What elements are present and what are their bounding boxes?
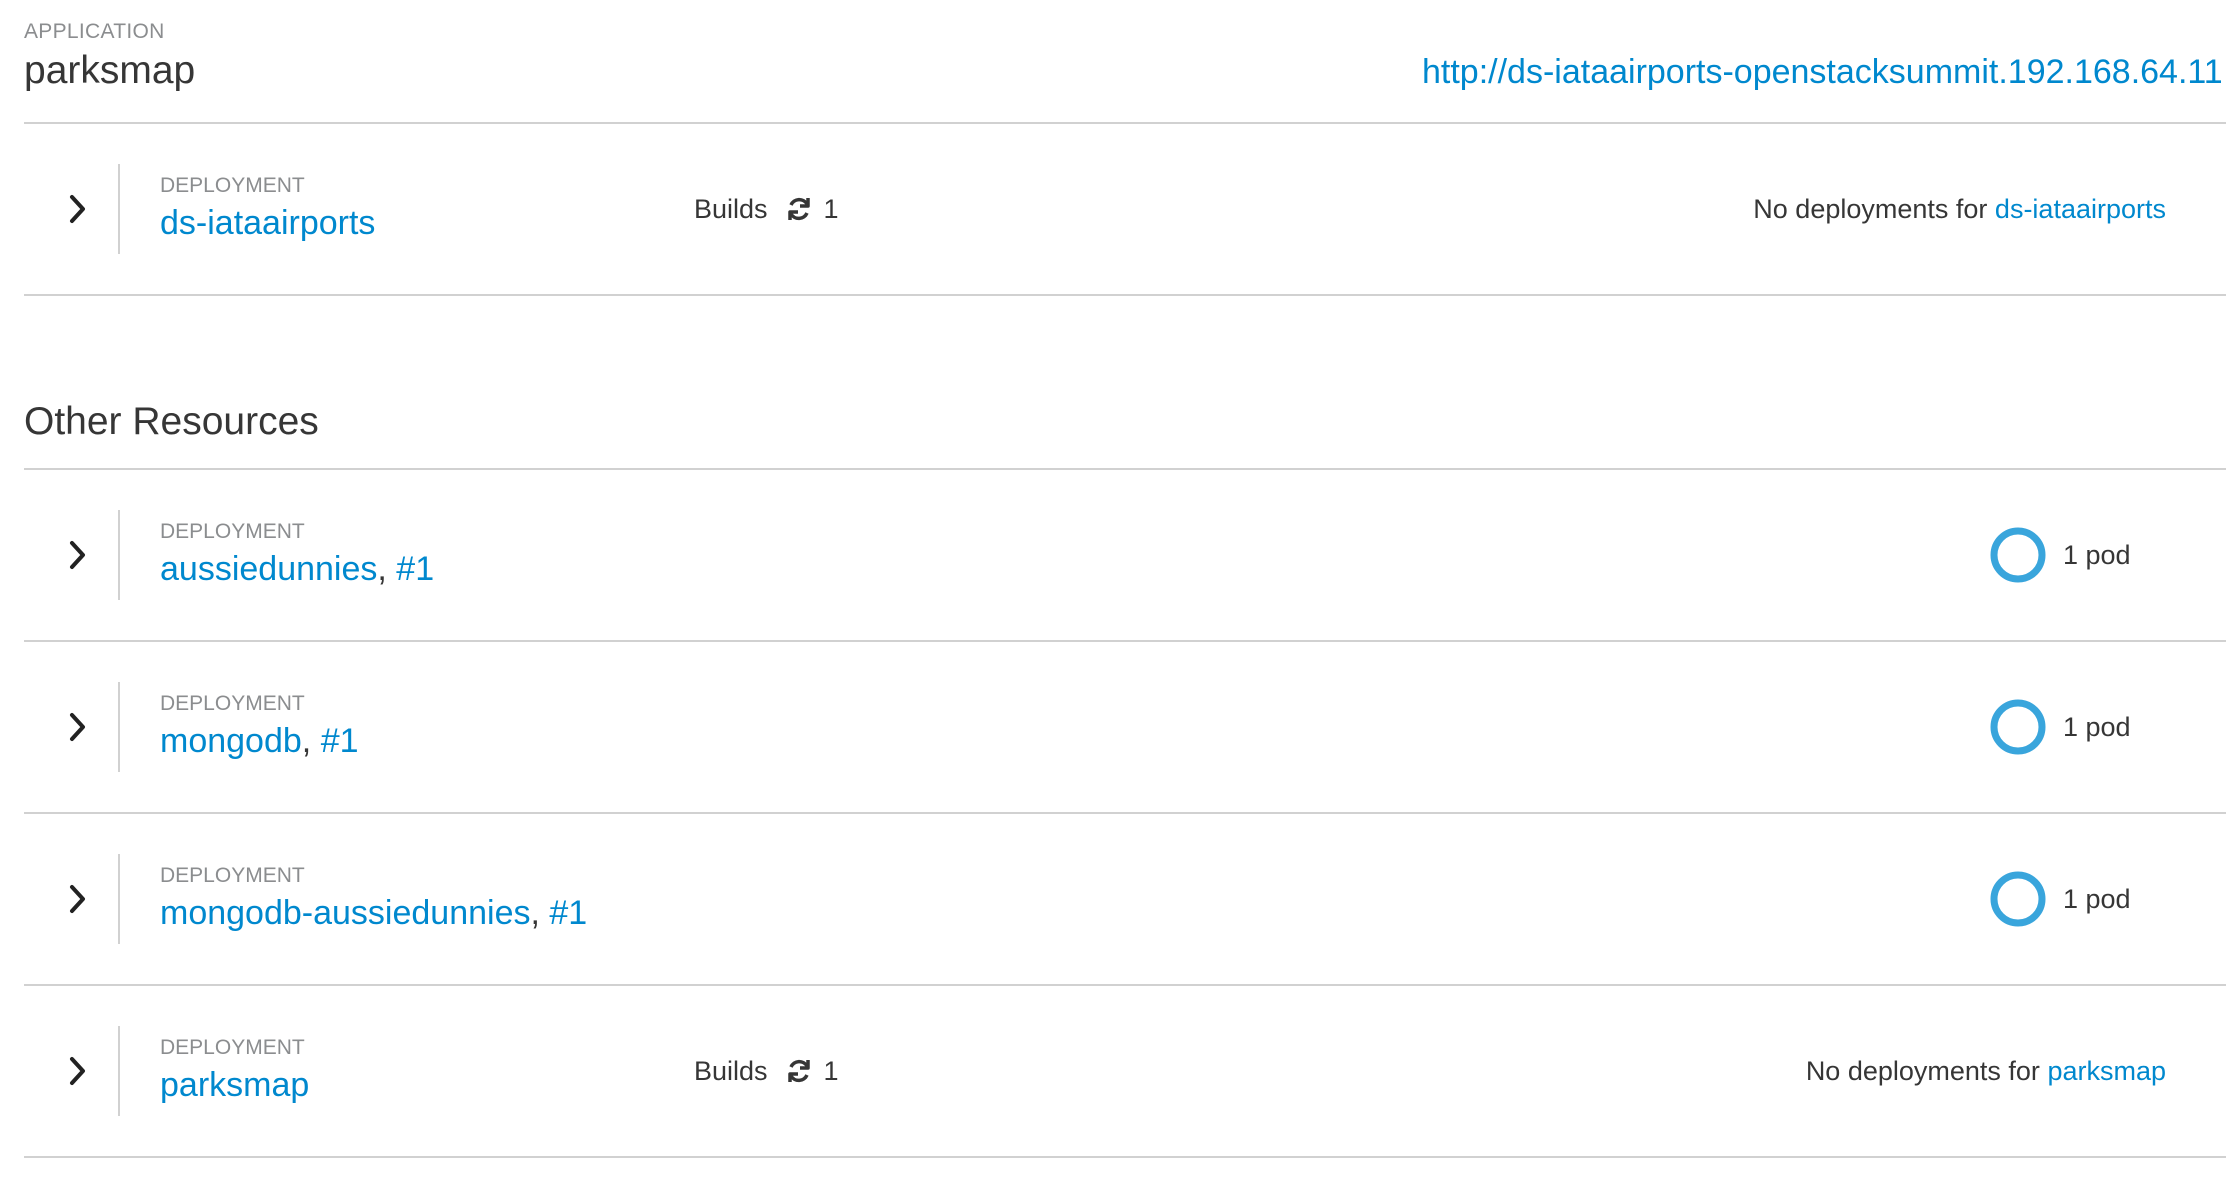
- deployment-name-link[interactable]: mongodb: [160, 722, 302, 760]
- deployment-row-parksmap: DEPLOYMENT parksmap Builds 1 No deployme…: [24, 986, 2226, 1156]
- pod-count: 1 pod: [2063, 883, 2131, 914]
- deployment-revision-link[interactable]: #1: [396, 550, 434, 588]
- name-separator: ,: [530, 894, 540, 932]
- pod-status[interactable]: 1 pod: [1989, 814, 2131, 984]
- deployment-kicker: DEPLOYMENT: [160, 520, 305, 543]
- deployment-name: mongodb-aussiedunnies, #1: [160, 894, 587, 933]
- application-kicker: APPLICATION: [24, 20, 165, 43]
- row-separator: [118, 682, 120, 772]
- builds-label: Builds: [694, 1055, 768, 1086]
- pod-donut-icon: [1989, 870, 2047, 928]
- sync-icon: [786, 1058, 812, 1084]
- name-separator: ,: [301, 722, 312, 760]
- divider: [24, 1156, 2226, 1158]
- row-separator: [118, 854, 120, 944]
- deployment-kicker: DEPLOYMENT: [160, 174, 305, 197]
- deployment-name-link[interactable]: mongodb-aussiedunnies: [160, 894, 530, 932]
- builds-count: 1: [823, 193, 839, 224]
- row-separator: [118, 1026, 120, 1116]
- pod-status[interactable]: 1 pod: [1989, 642, 2131, 812]
- chevron-right-icon[interactable]: [60, 191, 96, 227]
- no-deployments-message: No deployments for ds-iataairports: [1753, 124, 2166, 294]
- pod-donut-icon: [1989, 698, 2047, 756]
- deployment-kicker: DEPLOYMENT: [160, 692, 305, 715]
- deployment-name-link[interactable]: parksmap: [160, 1066, 309, 1104]
- no-deployments-text: No deployments for: [1805, 1055, 2040, 1086]
- deployment-kicker: DEPLOYMENT: [160, 1036, 305, 1059]
- deployment-name: aussiedunnies, #1: [160, 550, 434, 589]
- route-url-link[interactable]: http://ds-iataairports-openstacksummit.1…: [1422, 53, 2223, 92]
- divider: [24, 294, 2226, 296]
- pod-status[interactable]: 1 pod: [1989, 470, 2131, 640]
- pod-count: 1 pod: [2063, 539, 2131, 570]
- builds-status: Builds 1: [694, 124, 839, 294]
- deployment-row-mongodb: DEPLOYMENT mongodb, #1 1 pod: [24, 642, 2226, 812]
- deployment-name: mongodb, #1: [160, 722, 359, 761]
- chevron-right-icon[interactable]: [60, 881, 96, 917]
- no-deployments-message: No deployments for parksmap: [1806, 986, 2166, 1156]
- no-deployments-link[interactable]: parksmap: [2047, 1056, 2166, 1087]
- deployment-name: parksmap: [160, 1066, 309, 1105]
- row-separator: [118, 510, 120, 600]
- application-name: parksmap: [24, 49, 196, 92]
- sync-icon: [786, 196, 812, 222]
- chevron-right-icon[interactable]: [60, 537, 96, 573]
- builds-count: 1: [823, 1055, 839, 1086]
- deployment-name-link[interactable]: aussiedunnies: [160, 550, 377, 588]
- no-deployments-link[interactable]: ds-iataairports: [1995, 194, 2166, 225]
- deployment-row-mongodb-aussiedunnies: DEPLOYMENT mongodb-aussiedunnies, #1 1 p…: [24, 814, 2226, 984]
- deployment-revision-link[interactable]: #1: [549, 894, 587, 932]
- builds-label: Builds: [694, 193, 768, 224]
- pod-count: 1 pod: [2063, 711, 2131, 742]
- no-deployments-text: No deployments for: [1753, 193, 1988, 224]
- deployment-kicker: DEPLOYMENT: [160, 864, 305, 887]
- name-separator: ,: [377, 550, 387, 588]
- deployment-name: ds-iataairports: [160, 204, 375, 243]
- pod-donut-icon: [1989, 526, 2047, 584]
- chevron-right-icon[interactable]: [60, 709, 96, 745]
- deployment-row-aussiedunnies: DEPLOYMENT aussiedunnies, #1 1 pod: [24, 470, 2226, 640]
- chevron-right-icon[interactable]: [60, 1053, 96, 1089]
- builds-status: Builds 1: [694, 986, 839, 1156]
- deployment-revision-link[interactable]: #1: [321, 722, 359, 760]
- deployment-row-ds-iataairports: DEPLOYMENT ds-iataairports Builds 1 No d…: [24, 124, 2226, 294]
- row-separator: [118, 164, 120, 254]
- deployment-name-link[interactable]: ds-iataairports: [160, 204, 375, 242]
- section-title-other-resources: Other Resources: [24, 400, 319, 443]
